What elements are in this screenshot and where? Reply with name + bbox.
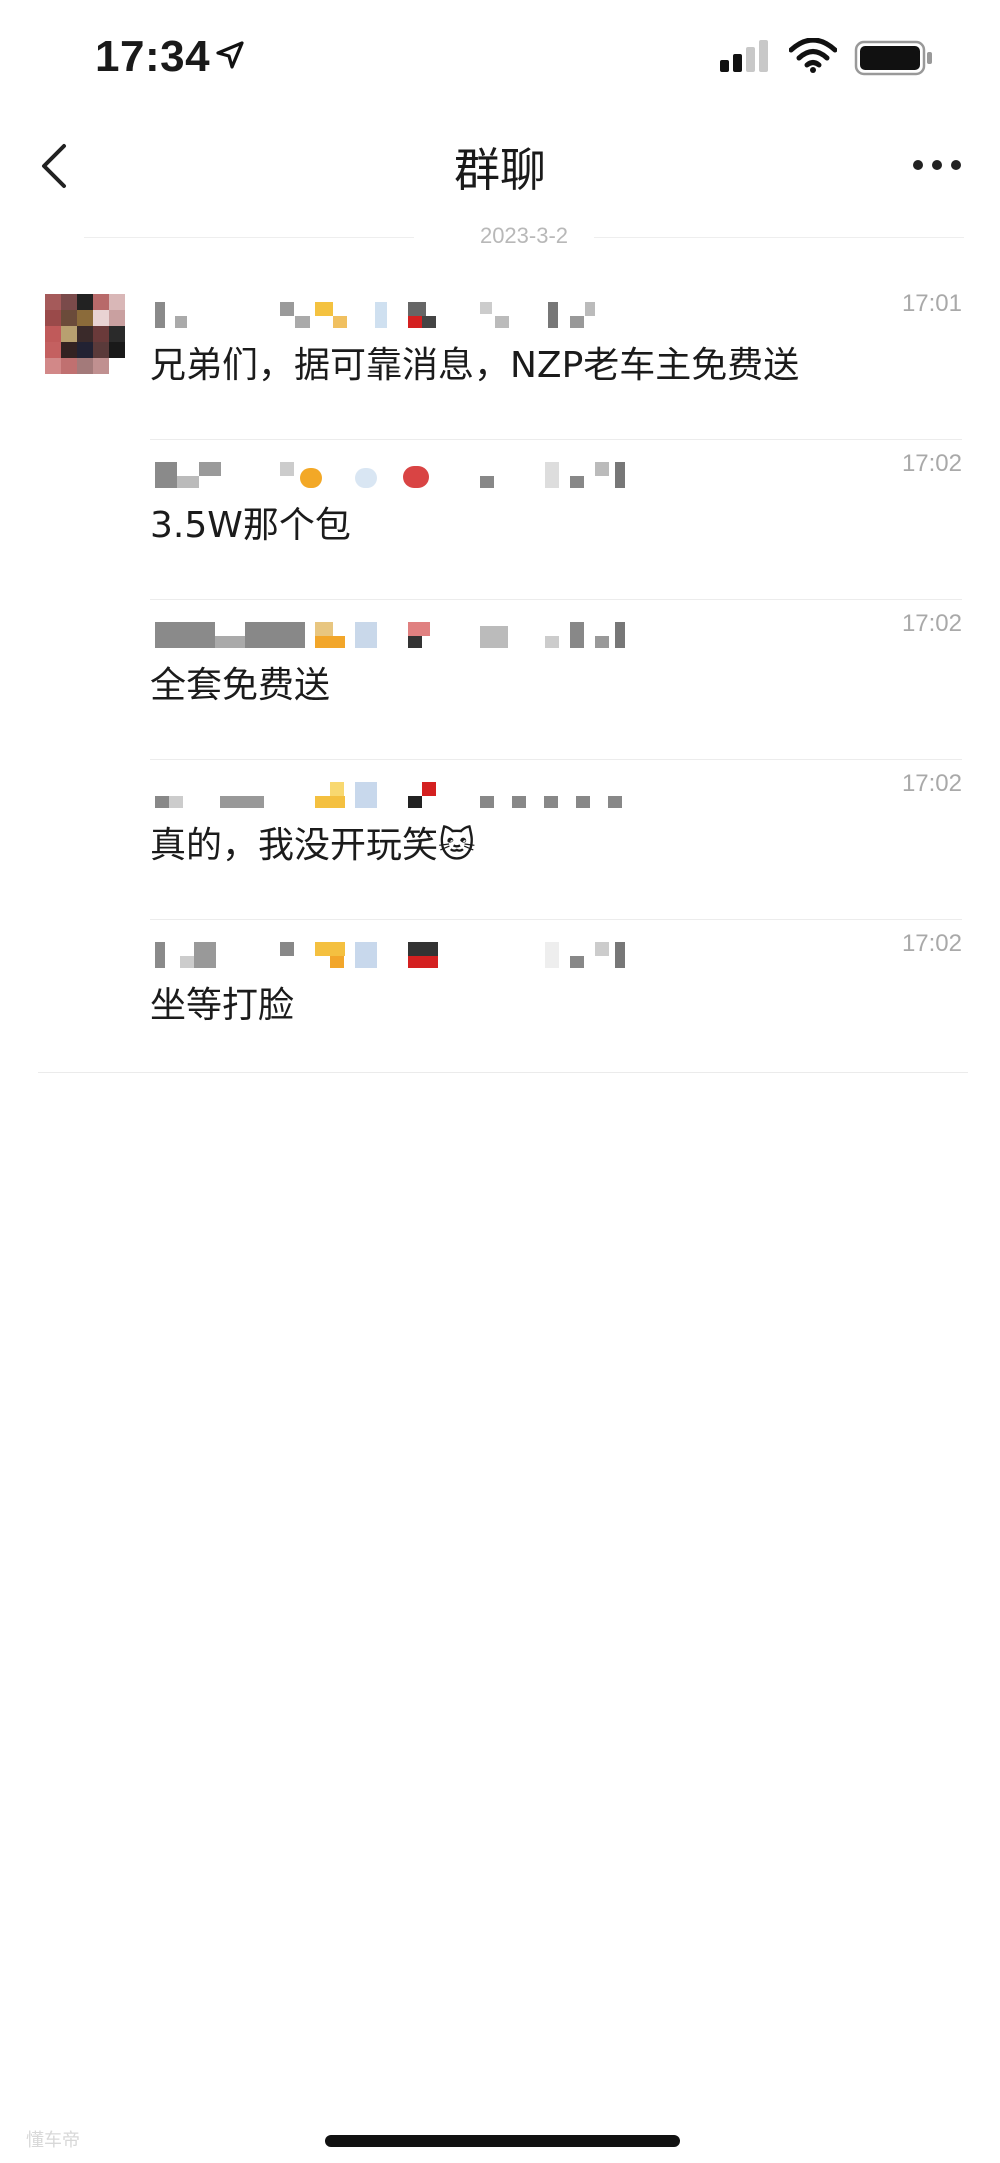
battery-icon [854,40,932,76]
sender-name-redacted [150,618,660,650]
status-bar: 17:34 [0,0,1000,120]
message-time: 17:02 [901,770,962,797]
date-separator-label: 2023-3-2 [479,223,569,248]
message-text: 坐等打脸 [150,985,295,1026]
status-time: 17:34 [95,32,211,81]
date-separator-line-right [594,237,964,238]
page-title: 群聊 [454,143,546,197]
message-item[interactable]: 坐等打脸 17:02 [0,920,1000,1080]
message-time: 17:02 [901,930,962,957]
date-separator: 2023-3-2 [84,223,964,253]
sender-name-redacted [150,778,660,810]
message-text: 兄弟们，据可靠消息，NZP老车主免费送 [150,345,800,386]
message-time: 17:02 [901,610,962,637]
wifi-icon [789,38,837,73]
message-item[interactable]: 真的，我没开玩笑🐱 17:02 [0,760,1000,920]
message-item[interactable]: 兄弟们，据可靠消息，NZP老车主免费送 17:01 [0,280,1000,440]
message-text: 真的，我没开玩笑🐱 [150,825,476,866]
location-arrow-icon [216,41,244,69]
watermark-brand: 懂车帝 [26,2130,80,2150]
message-text: 全套免费送 [150,665,331,706]
message-time: 17:01 [901,290,962,317]
list-end-divider [38,1072,968,1073]
cellular-signal-icon [720,40,768,72]
message-item[interactable]: 全套免费送 17:02 [0,600,1000,760]
more-options-icon[interactable] [912,158,962,172]
sender-name-redacted [150,938,660,970]
message-item[interactable]: 3.5W那个包 17:02 [0,440,1000,600]
home-indicator[interactable] [325,2135,680,2147]
nav-bar: 群聊 [0,120,1000,200]
message-text: 3.5W那个包 [150,505,351,546]
message-time: 17:02 [901,450,962,477]
sender-name-redacted [150,298,660,330]
sender-name-redacted [150,458,660,490]
